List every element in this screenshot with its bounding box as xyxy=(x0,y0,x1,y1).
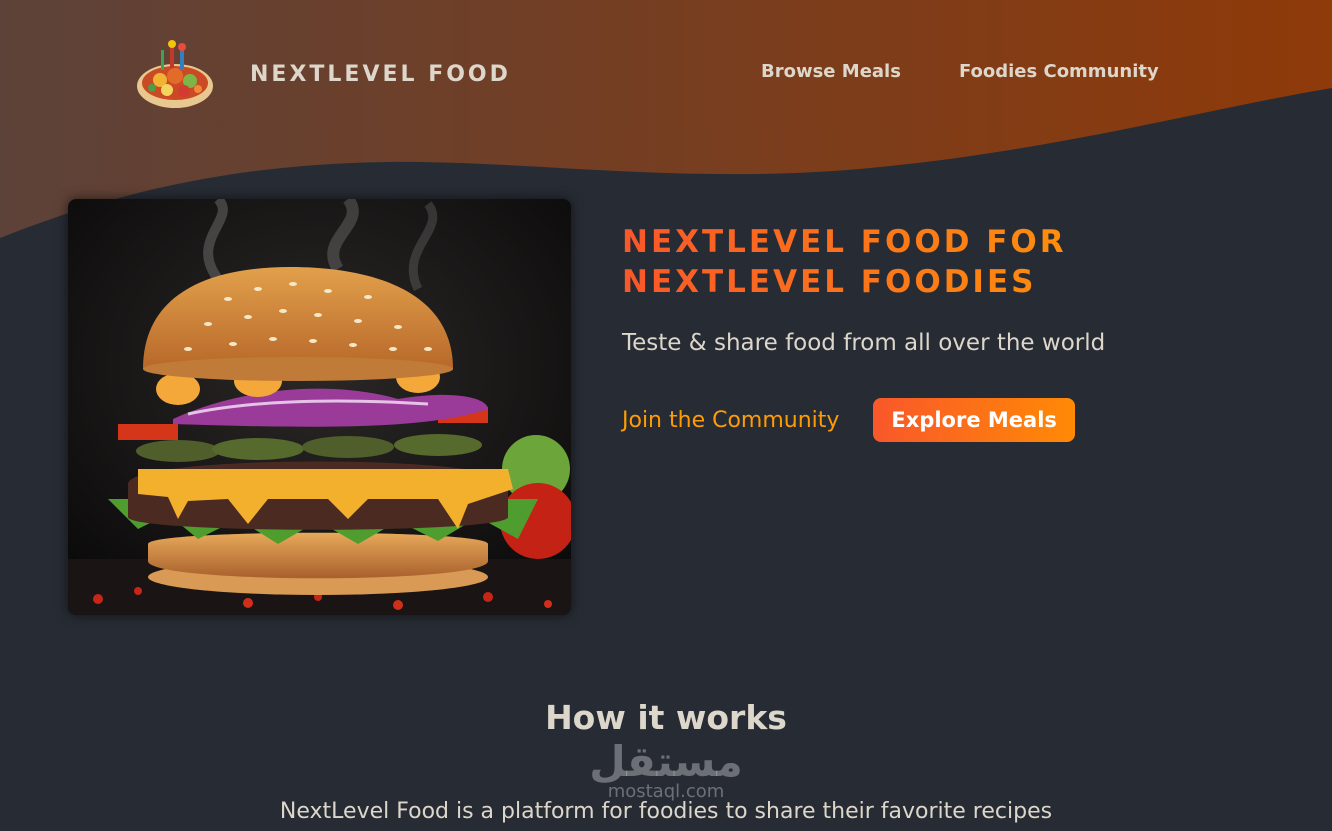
burger-illustration xyxy=(68,199,571,615)
hero-section: NextLevel Food for NextLevel Foodies Tes… xyxy=(622,222,1182,442)
watermark-domain: mostaql.com xyxy=(607,781,725,802)
burger-image xyxy=(68,199,571,615)
main-nav: Browse Meals Foodies Community xyxy=(761,61,1159,82)
watermark: مستقل mostaql.com xyxy=(586,738,746,802)
explore-meals-button[interactable]: Explore Meals xyxy=(873,398,1075,442)
hero-subtitle: Teste & share food from all over the wor… xyxy=(622,330,1106,356)
hero-actions: Join the Community Explore Meals xyxy=(622,398,1182,442)
join-community-link[interactable]: Join the Community xyxy=(622,408,839,433)
watermark-text: مستقل xyxy=(589,737,743,786)
page: NextLevel Food Browse Meals Foodies Comm… xyxy=(0,0,1332,831)
logo-link[interactable]: NextLevel Food xyxy=(134,36,511,112)
how-it-works-title: How it works xyxy=(545,698,787,737)
hero-title: NextLevel Food for NextLevel Foodies xyxy=(622,222,1182,302)
main-header: NextLevel Food Browse Meals Foodies Comm… xyxy=(0,0,1332,150)
nav-browse-meals[interactable]: Browse Meals xyxy=(761,61,901,82)
food-plate-icon xyxy=(137,40,213,108)
logo-text: NextLevel Food xyxy=(250,61,511,87)
nav-foodies-community[interactable]: Foodies Community xyxy=(959,61,1159,82)
